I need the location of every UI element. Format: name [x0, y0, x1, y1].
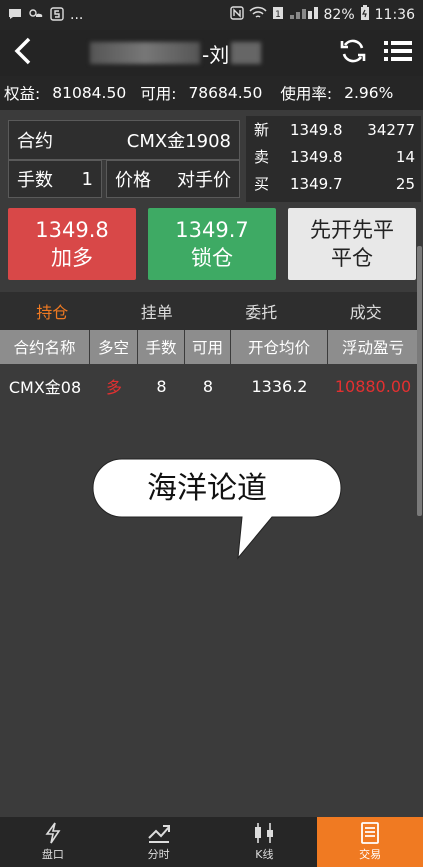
- quote-row-bid: 买 1349.7 25: [246, 170, 421, 197]
- quote-volume: 34277: [367, 120, 415, 139]
- nav-intraday[interactable]: 分时: [106, 817, 212, 867]
- menu-button[interactable]: [380, 36, 416, 70]
- clock: 11:36: [374, 7, 415, 23]
- tab-orders[interactable]: 委托: [209, 292, 314, 330]
- document-icon: [360, 822, 380, 844]
- nav-orderbook[interactable]: 盘口: [0, 817, 106, 867]
- table-header: 合约名称 多空 手数 可用 开仓均价 浮动盈亏: [0, 330, 418, 364]
- buy-label: 加多: [51, 246, 93, 270]
- watermark-text: 海洋论道: [147, 471, 267, 506]
- sim-icon: 1: [272, 6, 284, 24]
- available-value: 78684.50: [188, 84, 263, 102]
- message-icon: [8, 8, 22, 23]
- quote-price: 1349.8: [290, 147, 343, 166]
- price-field[interactable]: 价格 对手价: [106, 160, 240, 198]
- cell-floating-pnl: 10880.00: [334, 376, 412, 396]
- cell-available: 8: [202, 376, 214, 396]
- signal-icon: [289, 6, 319, 24]
- refresh-button[interactable]: [336, 36, 370, 70]
- bottom-nav: 盘口 分时 K线 交易: [0, 817, 423, 867]
- quote-price: 1349.8: [290, 120, 343, 139]
- refresh-icon: [339, 37, 367, 69]
- tab-positions[interactable]: 持仓: [0, 292, 105, 330]
- quote-row-last: 新 1349.8 34277: [246, 116, 421, 143]
- page-title: -刘: [90, 38, 265, 68]
- contract-label: 合约: [17, 131, 53, 152]
- wifi-icon: [248, 6, 267, 24]
- nav-label: 分时: [147, 848, 170, 861]
- equity-label: 权益:: [4, 85, 41, 103]
- blurred-name: [90, 42, 200, 64]
- contract-value: CMX金1908: [126, 131, 231, 152]
- menu-list-icon: [383, 39, 413, 67]
- cell-contract-name: CMX金08: [8, 378, 82, 397]
- nfc-icon: [229, 6, 244, 24]
- col-floating-pnl: 浮动盈亏: [341, 339, 404, 357]
- col-available: 可用: [185, 330, 231, 364]
- quantity-value: 1: [81, 168, 93, 190]
- nav-kline[interactable]: K线: [212, 817, 318, 867]
- quote-label: 卖: [254, 148, 270, 166]
- col-contract-name: 合约名称: [0, 330, 90, 364]
- lock-label: 锁仓: [191, 246, 233, 270]
- col-lots: 手数: [138, 330, 185, 364]
- quote-row-ask: 卖 1349.8 14: [246, 143, 421, 170]
- quote-price: 1349.7: [290, 174, 343, 193]
- nav-label: 交易: [359, 848, 382, 861]
- title-text: -刘: [202, 42, 230, 67]
- cell-direction: 多: [105, 378, 122, 397]
- nav-label: 盘口: [41, 848, 64, 861]
- quote-label: 买: [254, 175, 270, 193]
- quote-volume: 25: [395, 174, 415, 193]
- account-summary: 权益: 81084.50 可用: 78684.50 使用率: 2.96%: [0, 76, 423, 110]
- scrollbar[interactable]: [417, 246, 422, 516]
- cell-lots: 8: [156, 376, 167, 396]
- tab-bar: 持仓 挂单 委托 成交: [0, 292, 418, 330]
- quote-box: 新 1349.8 34277 卖 1349.8 14 买 1349.7 25: [246, 116, 421, 202]
- nav-trade[interactable]: 交易: [317, 817, 423, 867]
- status-bar: ... 1 82% 11:36: [0, 0, 423, 30]
- title-bar: -刘: [0, 30, 423, 76]
- col-avg-open-price: 开仓均价: [231, 330, 328, 364]
- lock-position-button[interactable]: 1349.7 锁仓: [148, 208, 276, 280]
- tab-trades[interactable]: 成交: [314, 292, 419, 330]
- close-position-button[interactable]: 先开先平 平仓: [288, 208, 416, 280]
- buy-long-button[interactable]: 1349.8 加多: [8, 208, 136, 280]
- usage-value: 2.96%: [344, 84, 394, 102]
- watermark-bubble: 海洋论道: [92, 458, 342, 560]
- candlestick-icon: [252, 822, 276, 844]
- lock-price: 1349.7: [175, 218, 249, 242]
- quantity-label: 手数: [17, 170, 53, 191]
- app-s-icon: [50, 6, 64, 24]
- battery-percent: 82%: [323, 7, 355, 23]
- price-label: 价格: [115, 170, 151, 191]
- price-value: 对手价: [177, 170, 231, 191]
- weather-icon: [28, 8, 44, 23]
- tab-pending[interactable]: 挂单: [105, 292, 210, 330]
- nav-label: K线: [255, 848, 274, 861]
- contract-selector[interactable]: 合约 CMX金1908: [8, 120, 240, 160]
- lightning-icon: [44, 822, 62, 844]
- trade-panel: 合约 CMX金1908 手数 1 价格 对手价 新 1349.8 34277 卖…: [0, 110, 423, 817]
- close-mode: 先开先平: [310, 218, 394, 242]
- table-row[interactable]: CMX金08 多 8 8 1336.2 10880.00: [0, 366, 418, 406]
- usage-label: 使用率:: [280, 85, 333, 103]
- quote-label: 新: [254, 121, 270, 139]
- quantity-field[interactable]: 手数 1: [8, 160, 102, 198]
- col-direction: 多空: [90, 330, 138, 364]
- equity-value: 81084.50: [52, 84, 127, 102]
- more-notifications: ...: [70, 7, 84, 23]
- buy-price: 1349.8: [35, 218, 109, 242]
- back-arrow-icon: [12, 37, 34, 69]
- svg-text:1: 1: [275, 10, 281, 20]
- cell-avg-open-price: 1336.2: [251, 376, 308, 396]
- quote-volume: 14: [395, 147, 415, 166]
- close-label: 平仓: [331, 246, 373, 270]
- available-label: 可用:: [140, 85, 177, 103]
- back-button[interactable]: [0, 30, 46, 76]
- trend-line-icon: [147, 822, 171, 844]
- blurred-name-suffix: [231, 42, 262, 64]
- battery-icon: [360, 5, 370, 25]
